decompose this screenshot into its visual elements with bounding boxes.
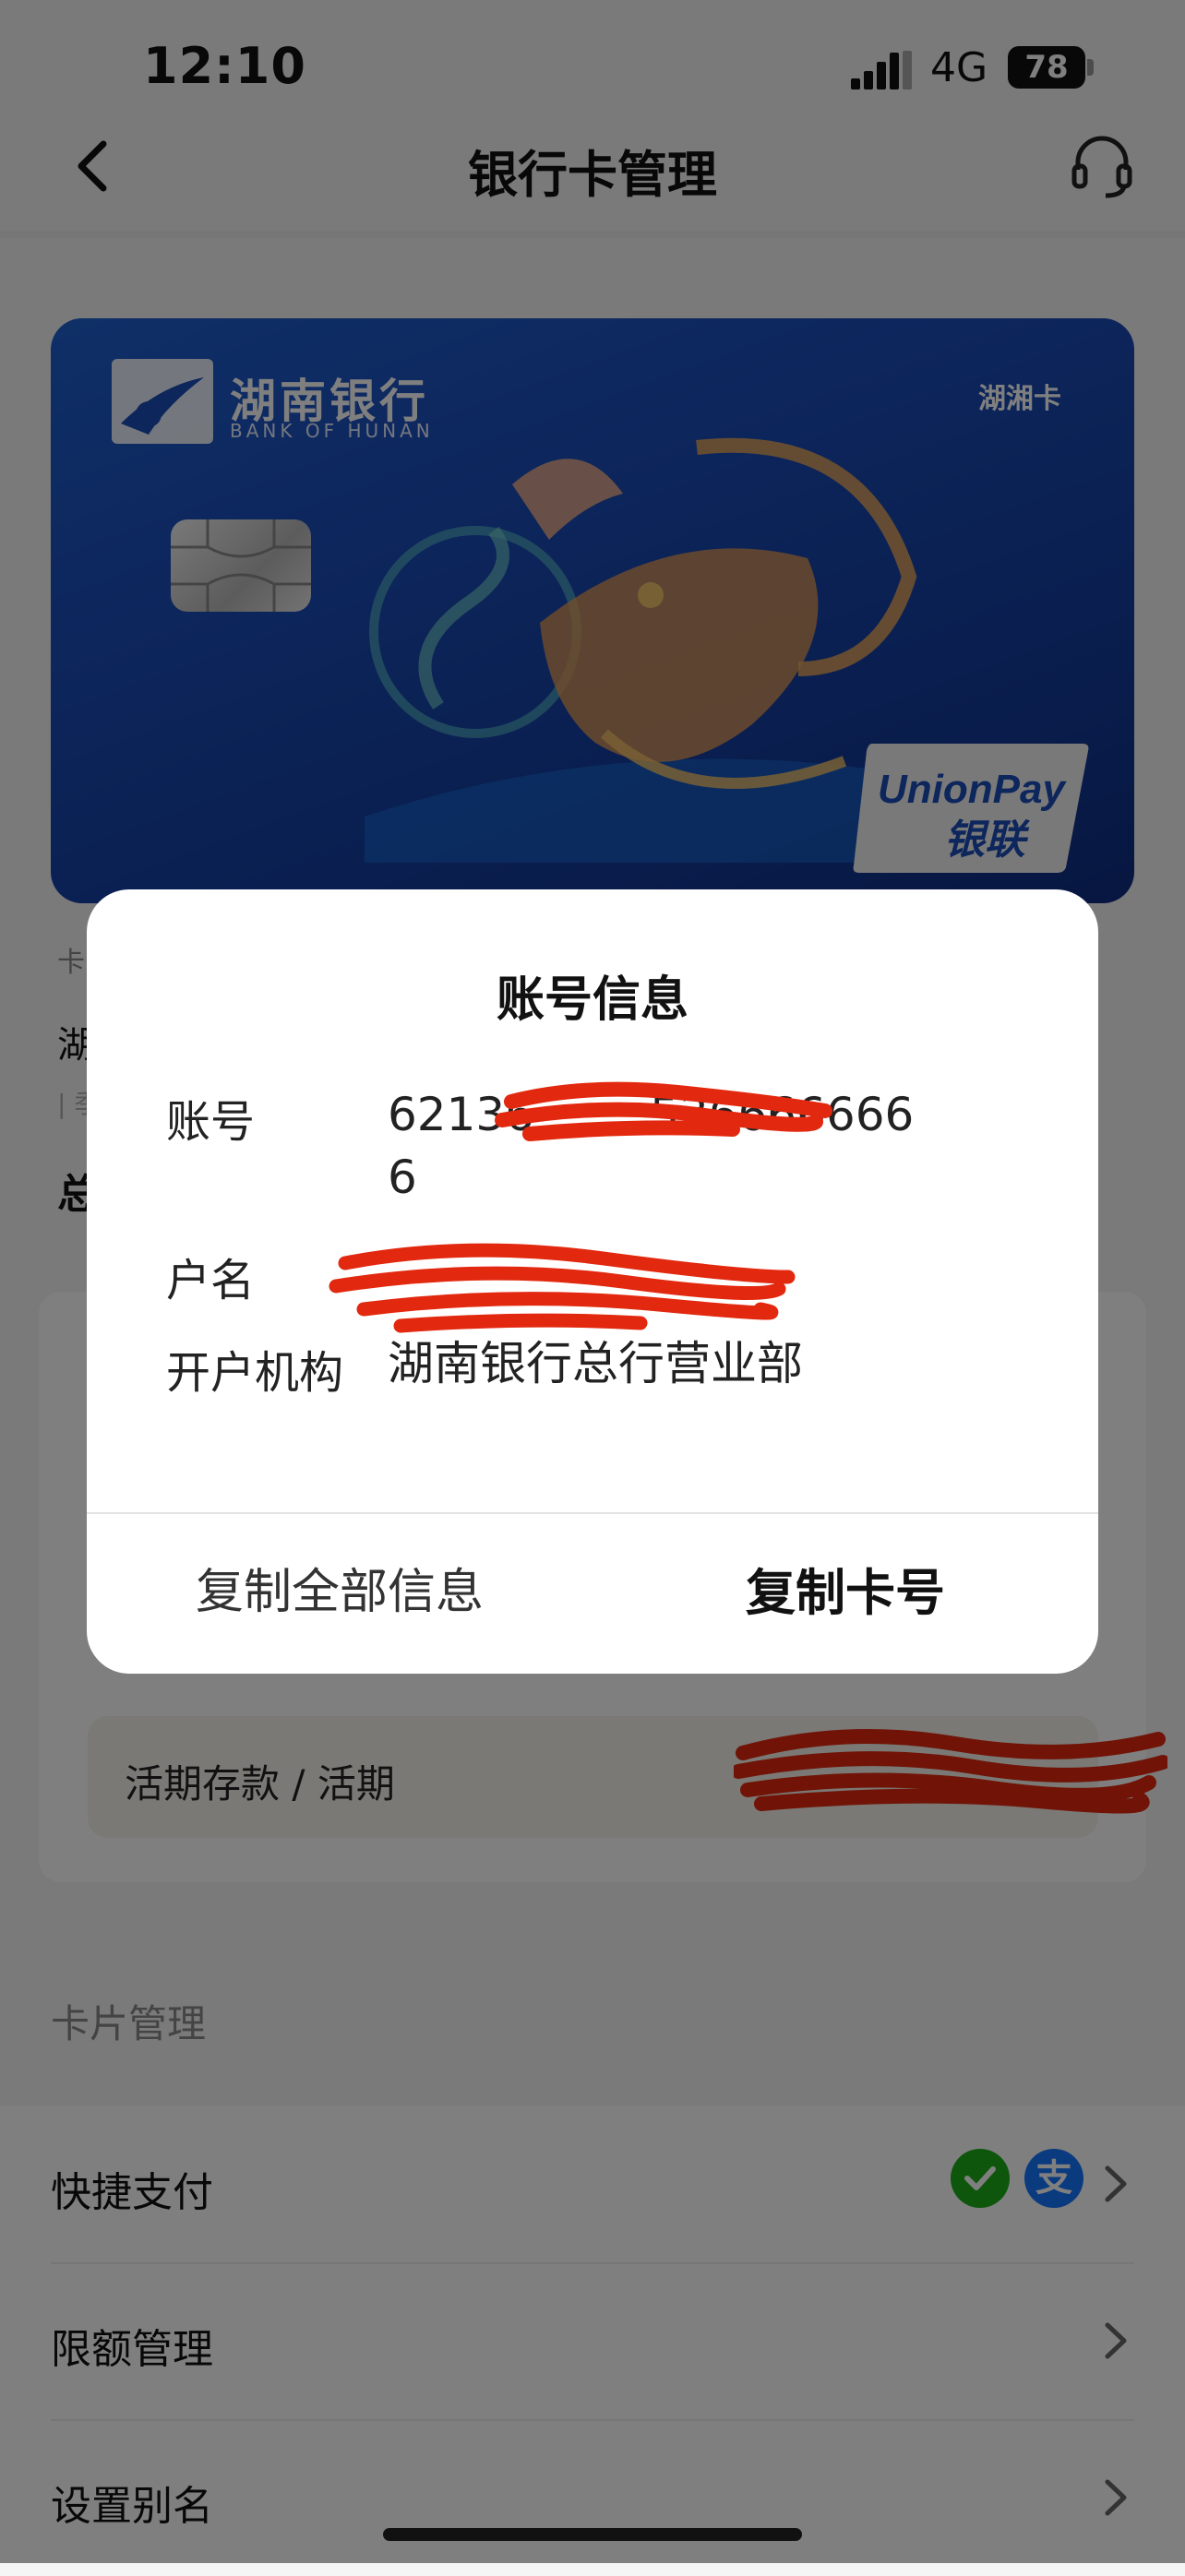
account-info-dialog: 账号信息 账号 62136 536666666 6 户名 开户机构 湖南银行总行营业…: [87, 889, 1098, 1674]
institution-value: 湖南银行总行营业部: [388, 1337, 803, 1390]
copy-card-number-button[interactable]: 复制卡号: [592, 1512, 1098, 1674]
account-number-label: 账号: [166, 1096, 256, 1148]
redaction-scribble: [329, 1243, 796, 1333]
institution-label: 开户机构: [166, 1347, 344, 1399]
account-number-last: 6: [388, 1151, 417, 1204]
dialog-title: 账号信息: [496, 972, 688, 1028]
account-name-label: 户名: [166, 1255, 256, 1306]
copy-all-info-button[interactable]: 复制全部信息: [87, 1512, 592, 1674]
redaction-scribble: [495, 1081, 832, 1141]
home-indicator[interactable]: [383, 2528, 802, 2541]
